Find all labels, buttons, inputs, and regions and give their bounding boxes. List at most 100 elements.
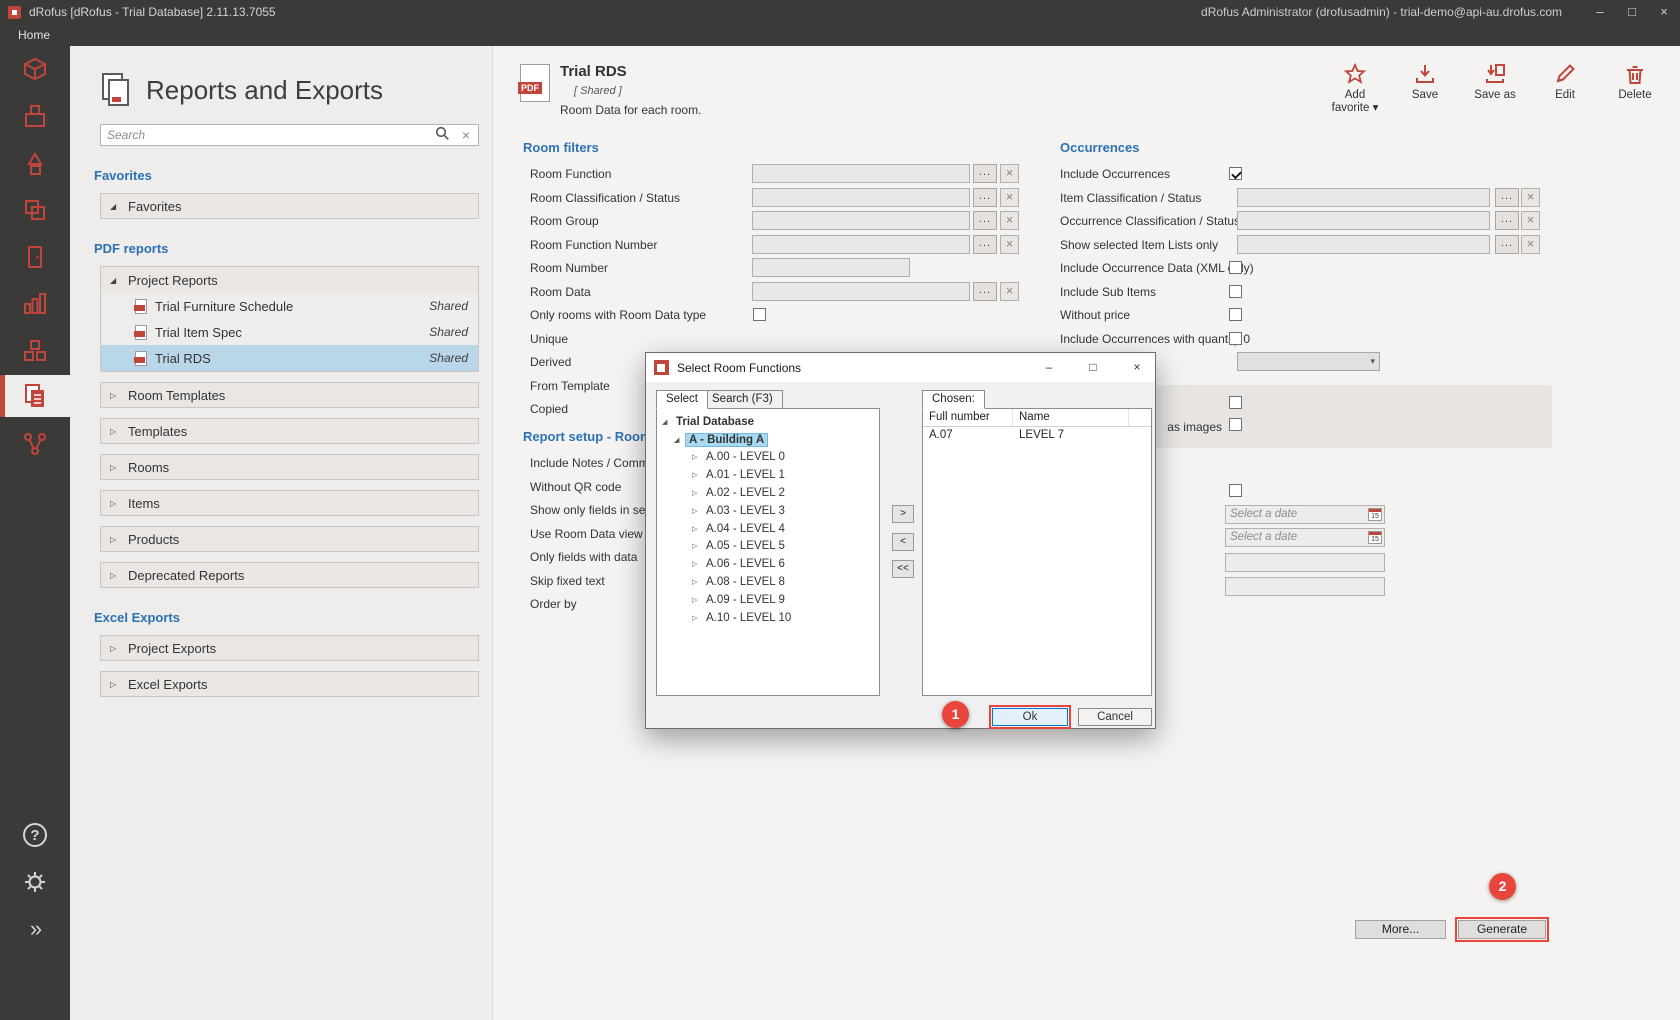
expand-sidebar-icon[interactable]: » (0, 908, 70, 950)
chosen-row[interactable]: A.07 LEVEL 7 (923, 427, 1151, 445)
group-deprecated-reports[interactable]: ▷ Deprecated Reports (100, 562, 479, 588)
tree-item-level-6[interactable]: ▷ A.06 - LEVEL 6 (657, 555, 879, 573)
group-room-templates[interactable]: ▷ Room Templates (100, 382, 479, 408)
chevron-right-icon[interactable]: ▷ (692, 489, 703, 497)
save-as-button[interactable]: Save as (1466, 56, 1524, 115)
room-function-number-input[interactable] (752, 235, 970, 254)
room-classification-input[interactable] (752, 188, 970, 207)
more-button[interactable]: More... (1355, 920, 1446, 939)
help-icon[interactable]: ? (0, 814, 70, 856)
maximize-icon[interactable]: □ (1616, 0, 1648, 24)
chevron-right-icon[interactable]: ▷ (110, 499, 120, 508)
chevron-right-icon[interactable]: ▷ (692, 578, 703, 586)
date-from-field[interactable]: Select a date 15 (1225, 505, 1385, 524)
edit-button[interactable]: Edit (1536, 56, 1594, 115)
cancel-button[interactable]: Cancel (1078, 708, 1152, 726)
nav-components-icon[interactable] (0, 189, 70, 231)
dialog-titlebar[interactable]: Select Room Functions – □ × (646, 353, 1155, 382)
chevron-right-icon[interactable]: ▷ (110, 680, 120, 689)
browse-button[interactable]: ... (1495, 188, 1519, 207)
chevron-right-icon[interactable]: ▷ (692, 525, 703, 533)
expander-icon[interactable]: ◢ (674, 436, 685, 444)
chevron-right-icon[interactable]: ▷ (692, 596, 703, 604)
dialog-minimize-icon[interactable]: – (1031, 353, 1067, 382)
calendar-icon[interactable]: 15 (1368, 531, 1382, 544)
nav-doors-icon[interactable] (0, 236, 70, 278)
browse-button[interactable]: ... (973, 164, 997, 183)
search-clear-icon[interactable]: × (454, 127, 478, 143)
nav-models-icon[interactable] (0, 142, 70, 184)
group-rooms[interactable]: ▷ Rooms (100, 454, 479, 480)
include-sub-items-checkbox[interactable] (1229, 285, 1242, 298)
as-images-checkbox[interactable] (1229, 418, 1242, 431)
tree-item-level-5[interactable]: ▷ A.05 - LEVEL 5 (657, 538, 879, 556)
chevron-right-icon[interactable]: ▷ (110, 644, 120, 653)
nav-systems-icon[interactable] (0, 283, 70, 325)
settings-gear-icon[interactable] (0, 861, 70, 903)
tree-item-level-2[interactable]: ▷ A.02 - LEVEL 2 (657, 484, 879, 502)
tree-item-level-9[interactable]: ▷ A.09 - LEVEL 9 (657, 591, 879, 609)
move-remove-button[interactable]: < (892, 533, 914, 551)
browse-button[interactable]: ... (1495, 211, 1519, 230)
dialog-maximize-icon[interactable]: □ (1075, 353, 1111, 382)
tab-select[interactable]: Select (656, 390, 708, 409)
group-project-reports-header[interactable]: ◢ Project Reports (101, 267, 478, 293)
tree-item-level-3[interactable]: ▷ A.03 - LEVEL 3 (657, 502, 879, 520)
chevron-right-icon[interactable]: ▷ (110, 535, 120, 544)
dialog-close-icon[interactable]: × (1119, 353, 1155, 382)
room-number-input[interactable] (752, 258, 910, 277)
room-function-input[interactable] (752, 164, 970, 183)
clear-button[interactable]: × (1000, 235, 1019, 254)
browse-button[interactable]: ... (973, 282, 997, 301)
generate-button[interactable]: Generate (1458, 920, 1546, 939)
clear-button[interactable]: × (1521, 188, 1540, 207)
report-item-trial-item-spec[interactable]: Trial Item Spec Shared (101, 319, 478, 345)
chevron-right-icon[interactable]: ▷ (110, 463, 120, 472)
browse-button[interactable]: ... (973, 188, 997, 207)
only-room-data-type-checkbox[interactable] (753, 308, 766, 321)
room-group-input[interactable] (752, 211, 970, 230)
chevron-right-icon[interactable]: ▷ (692, 471, 703, 479)
occurrence-classification-input[interactable] (1237, 211, 1490, 230)
tree-item-building-a[interactable]: ◢ A - Building A (657, 431, 879, 449)
item-lists-input[interactable] (1237, 235, 1490, 254)
calendar-icon[interactable]: 15 (1368, 508, 1382, 521)
room-data-input[interactable] (752, 282, 970, 301)
chevron-right-icon[interactable]: ▷ (692, 542, 703, 550)
nav-network-icon[interactable] (0, 423, 70, 465)
occurrence-data-xml-checkbox[interactable] (1229, 261, 1242, 274)
move-add-button[interactable]: > (892, 505, 914, 523)
without-price-checkbox[interactable] (1229, 308, 1242, 321)
ok-button[interactable]: Ok (992, 708, 1068, 726)
expander-icon[interactable]: ◢ (662, 418, 673, 426)
clear-button[interactable]: × (1521, 235, 1540, 254)
nav-reports-icon[interactable] (0, 375, 70, 417)
quantity-zero-checkbox[interactable] (1229, 332, 1242, 345)
tab-search[interactable]: Search (F3) (702, 390, 783, 409)
group-templates[interactable]: ▷ Templates (100, 418, 479, 444)
browse-button[interactable]: ... (973, 235, 997, 254)
date-filter-checkbox[interactable] (1229, 484, 1242, 497)
add-favorite-button[interactable]: Addfavorite ▾ (1326, 56, 1384, 115)
chevron-right-icon[interactable]: ▷ (110, 571, 120, 580)
tab-chosen[interactable]: Chosen: (922, 390, 985, 409)
chosen-list[interactable]: Full number Name A.07 LEVEL 7 (922, 408, 1152, 696)
date-to-field[interactable]: Select a date 15 (1225, 528, 1385, 547)
pictures-checkbox[interactable] (1229, 396, 1242, 409)
chevron-right-icon[interactable]: ▷ (110, 391, 120, 400)
clear-button[interactable]: × (1000, 211, 1019, 230)
chevron-right-icon[interactable]: ▷ (692, 614, 703, 622)
tree-item-level-1[interactable]: ▷ A.01 - LEVEL 1 (657, 466, 879, 484)
report-item-trial-furniture-schedule[interactable]: Trial Furniture Schedule Shared (101, 293, 478, 319)
room-function-tree[interactable]: ◢ Trial Database ◢ A - Building A ▷ A.00… (656, 408, 880, 696)
clear-button[interactable]: × (1000, 188, 1019, 207)
minimize-icon[interactable]: – (1584, 0, 1616, 24)
menu-home[interactable]: Home (18, 28, 50, 42)
column-header-full-number[interactable]: Full number (923, 409, 1013, 426)
chevron-right-icon[interactable]: ▷ (692, 560, 703, 568)
group-project-exports[interactable]: ▷ Project Exports (100, 635, 479, 661)
chevron-right-icon[interactable]: ▷ (110, 427, 120, 436)
tree-item-level-4[interactable]: ▷ A.04 - LEVEL 4 (657, 520, 879, 538)
tree-item-level-0[interactable]: ▷ A.00 - LEVEL 0 (657, 449, 879, 467)
group-excel-exports[interactable]: ▷ Excel Exports (100, 671, 479, 697)
